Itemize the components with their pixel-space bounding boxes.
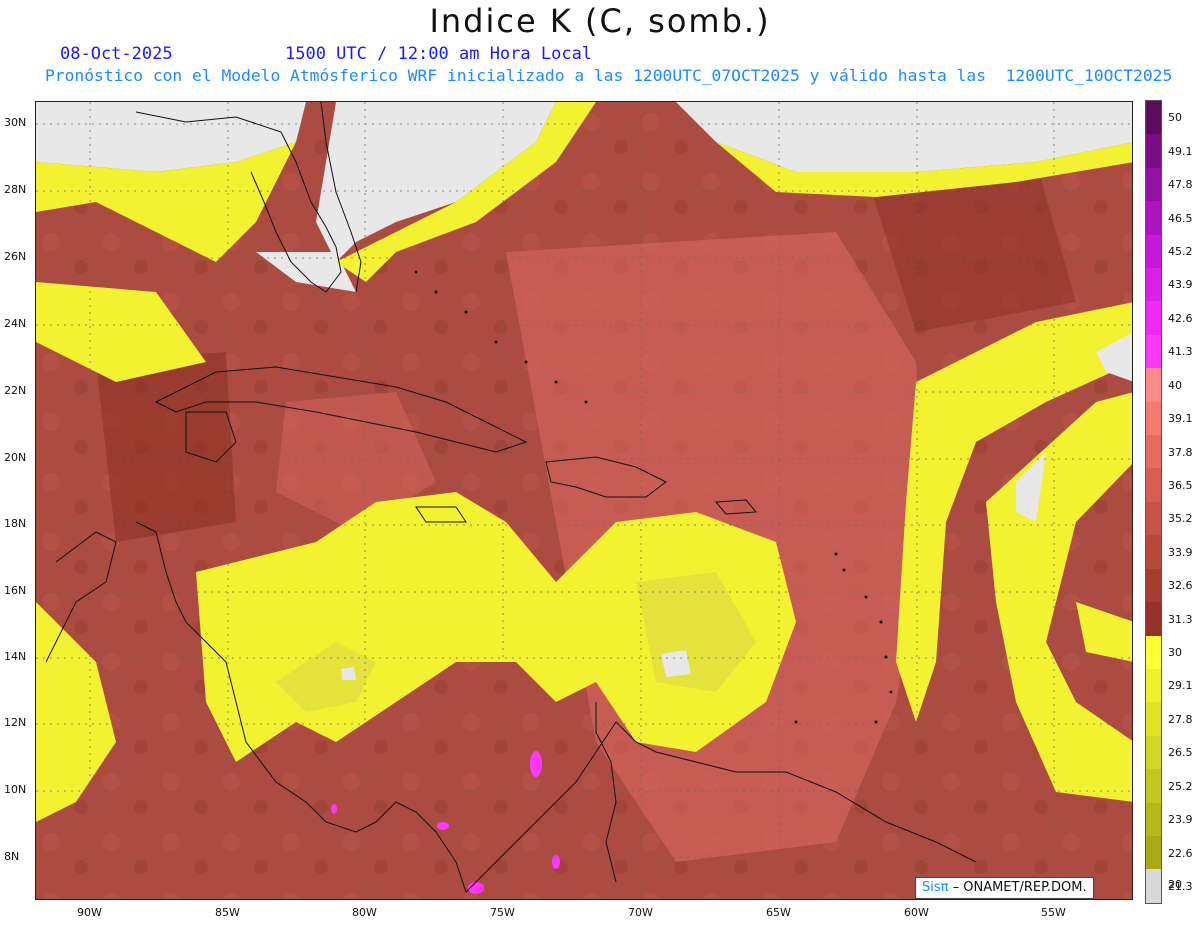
color-scale-label: 31.3 xyxy=(1168,612,1193,626)
sis-logo-text: Sisπ xyxy=(922,880,949,895)
color-scale-label: 47.8 xyxy=(1168,178,1193,192)
k-index-map xyxy=(35,101,1133,900)
lat-label: 10N xyxy=(4,783,27,796)
lat-label: 18N xyxy=(4,517,27,530)
color-scale-label: 26.5 xyxy=(1168,746,1193,760)
color-scale-segment xyxy=(1146,802,1161,836)
lat-label: 16N xyxy=(4,584,27,597)
color-scale-label: 33.9 xyxy=(1168,545,1193,559)
forecast-date: 08-Oct-2025 xyxy=(60,44,173,64)
color-scale-segment xyxy=(1146,201,1161,235)
lat-label: 26N xyxy=(4,250,27,263)
color-scale-label: 45.2 xyxy=(1168,245,1193,259)
color-scale-label: 25.2 xyxy=(1168,779,1193,793)
lon-label: 75W xyxy=(490,906,515,919)
color-scale-label: 46.5 xyxy=(1168,211,1193,225)
color-scale-label: 36.5 xyxy=(1168,478,1193,492)
color-scale-segment xyxy=(1146,702,1161,736)
lat-label: 20N xyxy=(4,451,27,464)
forecast-subtitle: Pronóstico con el Modelo Atmósferico WRF… xyxy=(45,66,1173,85)
color-scale-label: 39.1 xyxy=(1168,412,1193,426)
color-scale-segment xyxy=(1146,101,1161,135)
color-scale-label: 49.1 xyxy=(1168,144,1193,158)
color-scale-segment xyxy=(1146,368,1161,402)
credit-box: Sisπ – ONAMET/REP.DOM. xyxy=(915,877,1094,899)
lon-label: 85W xyxy=(215,906,240,919)
lon-label: 55W xyxy=(1041,906,1066,919)
lon-label: 70W xyxy=(628,906,653,919)
lat-label: 24N xyxy=(4,317,27,330)
color-scale-segment xyxy=(1146,869,1161,903)
color-scale-segment xyxy=(1146,435,1161,469)
color-scale-segment xyxy=(1146,301,1161,335)
color-scale-segment xyxy=(1146,668,1161,703)
color-scale-label: 42.6 xyxy=(1168,311,1193,325)
lon-label: 90W xyxy=(77,906,102,919)
color-scale-segment xyxy=(1146,769,1161,803)
color-scale-segment xyxy=(1146,568,1161,603)
color-scale-label: 20 xyxy=(1168,878,1182,892)
color-scale-label: 22.6 xyxy=(1168,846,1193,860)
color-scale-segment xyxy=(1146,268,1161,302)
color-scale-label: 32.6 xyxy=(1168,579,1193,593)
lat-label: 30N xyxy=(4,116,27,129)
color-scale-label: 23.9 xyxy=(1168,813,1193,827)
color-scale-segment xyxy=(1146,835,1161,870)
color-scale-segment xyxy=(1146,535,1161,569)
map-title: Indice K (C, somb.) xyxy=(429,2,771,40)
forecast-time: 1500 UTC / 12:00 am Hora Local xyxy=(285,44,593,64)
color-scale-label: 43.9 xyxy=(1168,278,1193,292)
lon-label: 60W xyxy=(904,906,929,919)
lat-label: 8N xyxy=(4,850,20,863)
color-scale-segment xyxy=(1146,635,1161,669)
color-scale-label: 37.8 xyxy=(1168,445,1193,459)
field-magenta-spot xyxy=(530,751,542,777)
color-scale-segment xyxy=(1146,401,1161,436)
color-scale-segment xyxy=(1146,234,1161,269)
color-scale-label: 40 xyxy=(1168,378,1182,392)
color-scale-segment xyxy=(1146,602,1161,636)
color-scale-label: 35.2 xyxy=(1168,512,1193,526)
color-scale-label: 41.3 xyxy=(1168,345,1193,359)
color-scale-label: 27.8 xyxy=(1168,712,1193,726)
color-scale-segment xyxy=(1146,468,1161,502)
lon-label: 65W xyxy=(766,906,791,919)
lat-label: 12N xyxy=(4,716,27,729)
lat-label: 28N xyxy=(4,183,27,196)
color-scale-segment xyxy=(1146,167,1161,202)
map-canvas xyxy=(36,102,1132,899)
credit-text: – ONAMET/REP.DOM. xyxy=(952,880,1087,895)
lat-label: 14N xyxy=(4,650,27,663)
lon-label: 80W xyxy=(352,906,377,919)
color-scale-bar xyxy=(1145,100,1162,904)
color-scale-segment xyxy=(1146,735,1161,770)
color-scale-label: 50 xyxy=(1168,111,1182,125)
color-scale-segment xyxy=(1146,134,1161,168)
lat-label: 22N xyxy=(4,384,27,397)
color-scale-segment xyxy=(1146,501,1161,536)
color-scale-label: 30 xyxy=(1168,646,1182,660)
color-scale-segment xyxy=(1146,334,1161,369)
color-scale-label: 29.1 xyxy=(1168,679,1193,693)
